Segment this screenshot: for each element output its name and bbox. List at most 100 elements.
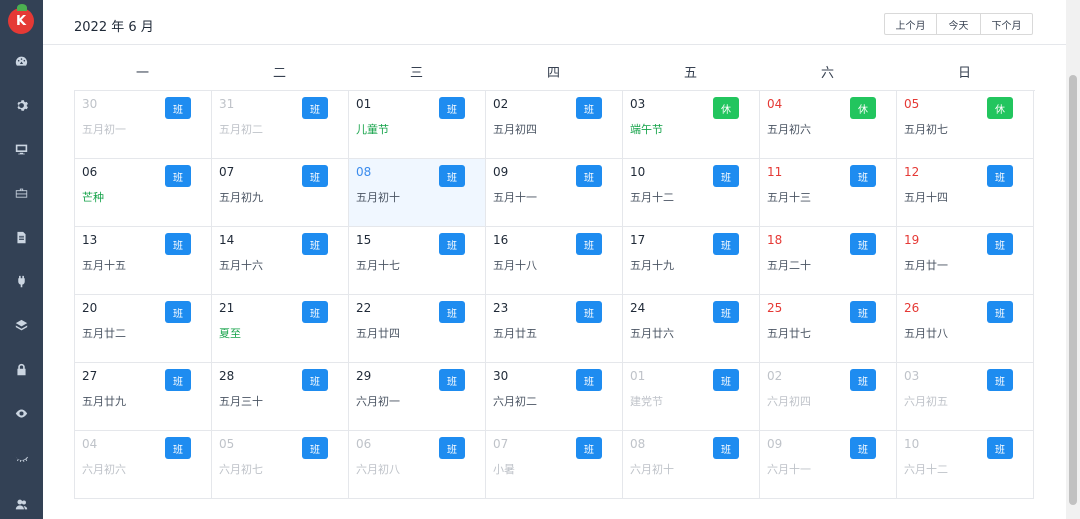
work-day-badge[interactable]: 班 — [576, 233, 602, 255]
calendar-day-cell[interactable]: 08 五月初十 班 — [349, 159, 486, 227]
gear-icon[interactable] — [14, 98, 28, 112]
calendar-day-cell[interactable]: 07 五月初九 班 — [212, 159, 349, 227]
calendar-day-cell[interactable]: 23 五月廿五 班 — [486, 295, 623, 363]
work-day-badge[interactable]: 班 — [165, 233, 191, 255]
calendar-day-cell[interactable]: 30 五月初一 班 — [75, 91, 212, 159]
work-day-badge[interactable]: 班 — [165, 369, 191, 391]
calendar-day-cell[interactable]: 04 六月初六 班 — [75, 431, 212, 499]
calendar-day-cell[interactable]: 03 六月初五 班 — [897, 363, 1034, 431]
work-day-badge[interactable]: 班 — [987, 369, 1013, 391]
calendar-day-cell[interactable]: 05 六月初七 班 — [212, 431, 349, 499]
work-day-badge[interactable]: 班 — [439, 369, 465, 391]
calendar-day-cell[interactable]: 03 端午节 休 — [623, 91, 760, 159]
work-day-badge[interactable]: 班 — [302, 233, 328, 255]
document-icon[interactable] — [14, 230, 28, 244]
scrollbar[interactable] — [1066, 0, 1080, 519]
calendar-day-cell[interactable]: 15 五月十七 班 — [349, 227, 486, 295]
work-day-badge[interactable]: 班 — [439, 165, 465, 187]
calendar-day-cell[interactable]: 06 芒种 班 — [75, 159, 212, 227]
eye-icon[interactable] — [14, 406, 28, 420]
work-day-badge[interactable]: 班 — [439, 97, 465, 119]
today-button[interactable]: 今天 — [936, 13, 981, 35]
work-day-badge[interactable]: 班 — [850, 165, 876, 187]
calendar-day-cell[interactable]: 01 儿童节 班 — [349, 91, 486, 159]
calendar-day-cell[interactable]: 25 五月廿七 班 — [760, 295, 897, 363]
calendar-day-cell[interactable]: 01 建党节 班 — [623, 363, 760, 431]
work-day-badge[interactable]: 班 — [302, 97, 328, 119]
rest-day-badge[interactable]: 休 — [987, 97, 1013, 119]
work-day-badge[interactable]: 班 — [987, 233, 1013, 255]
work-day-badge[interactable]: 班 — [165, 97, 191, 119]
calendar-day-cell[interactable]: 11 五月十三 班 — [760, 159, 897, 227]
rest-day-badge[interactable]: 休 — [850, 97, 876, 119]
monitor-icon[interactable] — [14, 142, 28, 156]
work-day-badge[interactable]: 班 — [576, 437, 602, 459]
briefcase-icon[interactable] — [14, 186, 28, 200]
calendar-day-cell[interactable]: 05 五月初七 休 — [897, 91, 1034, 159]
calendar-day-cell[interactable]: 29 六月初一 班 — [349, 363, 486, 431]
work-day-badge[interactable]: 班 — [165, 301, 191, 323]
calendar-day-cell[interactable]: 22 五月廿四 班 — [349, 295, 486, 363]
work-day-badge[interactable]: 班 — [850, 369, 876, 391]
lock-icon[interactable] — [14, 362, 28, 376]
calendar-day-cell[interactable]: 12 五月十四 班 — [897, 159, 1034, 227]
calendar-day-cell[interactable]: 24 五月廿六 班 — [623, 295, 760, 363]
calendar-day-cell[interactable]: 10 六月十二 班 — [897, 431, 1034, 499]
prev-month-button[interactable]: 上个月 — [884, 13, 937, 35]
work-day-badge[interactable]: 班 — [987, 165, 1013, 187]
dashboard-icon[interactable] — [14, 54, 28, 68]
work-day-badge[interactable]: 班 — [987, 301, 1013, 323]
work-day-badge[interactable]: 班 — [713, 437, 739, 459]
work-day-badge[interactable]: 班 — [713, 301, 739, 323]
calendar-day-cell[interactable]: 02 五月初四 班 — [486, 91, 623, 159]
calendar-day-cell[interactable]: 14 五月十六 班 — [212, 227, 349, 295]
calendar-day-cell[interactable]: 26 五月廿八 班 — [897, 295, 1034, 363]
calendar-day-cell[interactable]: 04 五月初六 休 — [760, 91, 897, 159]
work-day-badge[interactable]: 班 — [850, 437, 876, 459]
work-day-badge[interactable]: 班 — [850, 233, 876, 255]
work-day-badge[interactable]: 班 — [439, 437, 465, 459]
layers-icon[interactable] — [14, 318, 28, 332]
users-icon[interactable] — [14, 497, 28, 511]
calendar-day-cell[interactable]: 06 六月初八 班 — [349, 431, 486, 499]
work-day-badge[interactable]: 班 — [713, 165, 739, 187]
calendar-day-cell[interactable]: 19 五月廿一 班 — [897, 227, 1034, 295]
work-day-badge[interactable]: 班 — [576, 301, 602, 323]
work-day-badge[interactable]: 班 — [302, 437, 328, 459]
work-day-badge[interactable]: 班 — [302, 369, 328, 391]
scrollbar-thumb[interactable] — [1069, 75, 1077, 505]
calendar-day-cell[interactable]: 27 五月廿九 班 — [75, 363, 212, 431]
calendar-day-cell[interactable]: 07 小暑 班 — [486, 431, 623, 499]
plugin-icon[interactable] — [14, 274, 28, 288]
calendar-day-cell[interactable]: 09 六月十一 班 — [760, 431, 897, 499]
work-day-badge[interactable]: 班 — [576, 97, 602, 119]
rest-day-badge[interactable]: 休 — [713, 97, 739, 119]
work-day-badge[interactable]: 班 — [302, 301, 328, 323]
work-day-badge[interactable]: 班 — [850, 301, 876, 323]
calendar-day-cell[interactable]: 18 五月二十 班 — [760, 227, 897, 295]
app-logo[interactable]: K — [8, 4, 34, 34]
calendar-day-cell[interactable]: 08 六月初十 班 — [623, 431, 760, 499]
work-day-badge[interactable]: 班 — [576, 165, 602, 187]
calendar-day-cell[interactable]: 10 五月十二 班 — [623, 159, 760, 227]
calendar-day-cell[interactable]: 21 夏至 班 — [212, 295, 349, 363]
calendar-day-cell[interactable]: 31 五月初二 班 — [212, 91, 349, 159]
work-day-badge[interactable]: 班 — [987, 437, 1013, 459]
calendar-day-cell[interactable]: 20 五月廿二 班 — [75, 295, 212, 363]
calendar-day-cell[interactable]: 28 五月三十 班 — [212, 363, 349, 431]
calendar-day-cell[interactable]: 30 六月初二 班 — [486, 363, 623, 431]
calendar-day-cell[interactable]: 02 六月初四 班 — [760, 363, 897, 431]
work-day-badge[interactable]: 班 — [713, 233, 739, 255]
work-day-badge[interactable]: 班 — [439, 301, 465, 323]
work-day-badge[interactable]: 班 — [302, 165, 328, 187]
work-day-badge[interactable]: 班 — [576, 369, 602, 391]
calendar-day-cell[interactable]: 09 五月十一 班 — [486, 159, 623, 227]
calendar-day-cell[interactable]: 16 五月十八 班 — [486, 227, 623, 295]
work-day-badge[interactable]: 班 — [165, 437, 191, 459]
work-day-badge[interactable]: 班 — [439, 233, 465, 255]
calendar-day-cell[interactable]: 17 五月十九 班 — [623, 227, 760, 295]
eye-closed-icon[interactable] — [14, 450, 28, 464]
work-day-badge[interactable]: 班 — [165, 165, 191, 187]
calendar-day-cell[interactable]: 13 五月十五 班 — [75, 227, 212, 295]
work-day-badge[interactable]: 班 — [713, 369, 739, 391]
